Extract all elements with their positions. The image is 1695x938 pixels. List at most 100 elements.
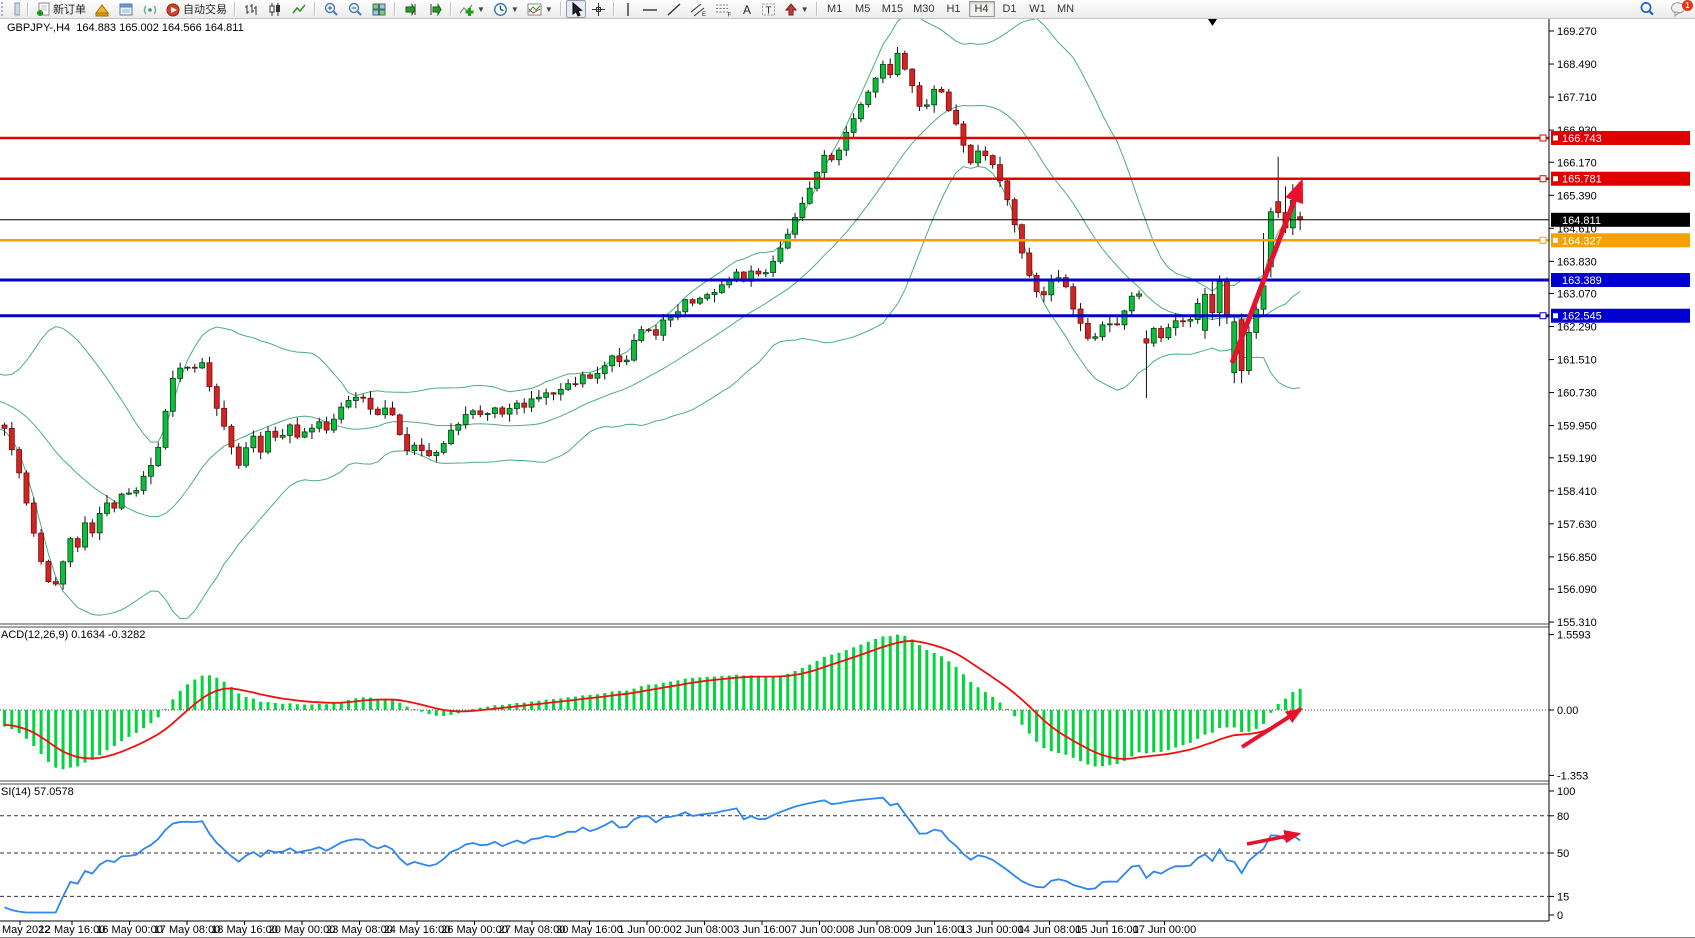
search-button[interactable]	[1636, 0, 1658, 18]
rsi-tick: 100	[1557, 786, 1575, 798]
panel-frame	[0, 18, 1695, 938]
level-endpoint-marker[interactable]	[1540, 313, 1546, 319]
trendline-tool-button[interactable]	[663, 0, 685, 18]
bb-lower	[0, 167, 1300, 619]
trendline-icon	[666, 2, 682, 17]
data-window-button[interactable]	[115, 0, 137, 18]
candlestick-chart-button[interactable]	[264, 0, 286, 18]
price-label-value: 164.327	[1562, 235, 1602, 247]
timeframe-button-H1[interactable]: H1	[941, 1, 967, 17]
timeframe-button-M30[interactable]: M30	[909, 1, 938, 17]
line-chart-icon	[291, 2, 307, 17]
horizontal-line-icon	[642, 2, 658, 17]
cursor-tool-button[interactable]	[566, 0, 586, 18]
macd-signal-line	[5, 641, 1301, 759]
toolbar-grip[interactable]	[1, 2, 8, 16]
price-tick: 161.510	[1557, 355, 1597, 367]
new-order-label: 新订单	[53, 1, 86, 17]
arrows-tool-button[interactable]: ▼	[781, 0, 812, 18]
timeframe-button-M1[interactable]: M1	[822, 1, 848, 17]
trend-arrow-main[interactable]	[1232, 183, 1301, 363]
candles	[2, 47, 1303, 590]
price-axis[interactable]: 169.270168.490167.710166.930166.170165.3…	[1549, 26, 1690, 922]
chart-shift-icon	[427, 2, 443, 17]
svg-text:F: F	[727, 12, 731, 17]
fibonacci-icon: F	[715, 2, 732, 17]
signals-icon	[142, 2, 158, 17]
new-order-icon	[36, 2, 51, 17]
time-label: 7 Jun 00:00	[791, 924, 849, 936]
text-tool-button[interactable]: A	[737, 0, 756, 18]
signals-button[interactable]	[139, 0, 161, 18]
text-label-tool-button[interactable]: T	[758, 0, 779, 18]
timeframe-button-M15[interactable]: M15	[878, 1, 907, 17]
autotrade-button[interactable]: 自动交易	[163, 0, 230, 18]
chart-shift-button[interactable]	[424, 0, 446, 18]
rsi-tick: 50	[1557, 848, 1569, 860]
price-tick: 169.270	[1557, 26, 1597, 38]
zoom-out-button[interactable]	[344, 0, 366, 18]
notifications-button[interactable]: 1	[1667, 0, 1690, 18]
chart-canvas[interactable]: 169.270168.490167.710166.930166.170165.3…	[0, 0, 1695, 938]
horizontal-line-tool-button[interactable]	[639, 0, 661, 18]
price-tick: 160.730	[1557, 388, 1597, 400]
bar-chart-icon	[243, 2, 259, 17]
market-watch-button[interactable]	[91, 0, 113, 18]
auto-scroll-button[interactable]	[400, 0, 422, 18]
time-label: 9 Jun 16:00	[906, 924, 964, 936]
horizontal-levels[interactable]	[0, 135, 1549, 319]
toolbar-separator	[613, 2, 615, 16]
macd-tick: 1.5593	[1557, 630, 1591, 642]
toolbar-separator	[234, 2, 236, 16]
clipped-toolbar-icon[interactable]	[9, 0, 23, 18]
zoom-in-button[interactable]	[320, 0, 342, 18]
toolbar-separator	[27, 2, 29, 16]
tile-windows-icon	[371, 2, 387, 17]
indicators-icon	[459, 2, 474, 17]
rsi-line	[5, 798, 1301, 913]
price-tick: 159.950	[1557, 421, 1597, 433]
vertical-line-tool-button[interactable]	[619, 0, 637, 18]
periods-button[interactable]: ▼	[490, 0, 522, 18]
bar-chart-button[interactable]	[240, 0, 262, 18]
price-tick: 157.630	[1557, 519, 1597, 531]
time-axis[interactable]: May 202212 May 16:0016 May 00:0017 May 0…	[2, 921, 1196, 936]
crosshair-icon	[591, 2, 606, 17]
timeframe-button-MN[interactable]: MN	[1053, 1, 1079, 17]
dropdown-caret-icon: ▼	[511, 5, 519, 14]
channel-tool-button[interactable]: E	[687, 0, 710, 18]
fibonacci-tool-button[interactable]: F	[712, 0, 735, 18]
timeframe-button-H4[interactable]: H4	[969, 1, 995, 17]
line-chart-button[interactable]	[288, 0, 310, 18]
dropdown-caret-icon: ▼	[545, 5, 553, 14]
vertical-line-icon	[622, 2, 634, 17]
macd-tick: -1.353	[1557, 770, 1588, 782]
time-label: 3 Jun 16:00	[733, 924, 791, 936]
timeframe-button-D1[interactable]: D1	[997, 1, 1023, 17]
level-endpoint-marker[interactable]	[1540, 135, 1546, 141]
price-tick: 165.390	[1557, 190, 1597, 202]
rsi-indicator-label: SI(14) 57.0578	[1, 786, 74, 798]
price-label-value: 165.781	[1562, 174, 1602, 186]
current-bar-marker	[1208, 19, 1217, 26]
crosshair-tool-button[interactable]	[588, 0, 609, 18]
rsi-tick: 15	[1557, 891, 1569, 903]
new-order-button[interactable]: 新订单	[33, 0, 89, 18]
data-window-icon	[118, 2, 134, 17]
toolbar-separator	[450, 2, 452, 16]
templates-button[interactable]: ▼	[524, 0, 556, 18]
tile-windows-button[interactable]	[368, 0, 390, 18]
market-watch-icon	[94, 2, 110, 17]
rsi-tick: 0	[1557, 910, 1563, 922]
timeframe-button-M5[interactable]: M5	[850, 1, 876, 17]
level-endpoint-marker[interactable]	[1540, 176, 1546, 182]
annotations[interactable]	[1208, 19, 1301, 844]
zoom-in-icon	[323, 2, 339, 17]
timeframe-button-W1[interactable]: W1	[1025, 1, 1051, 17]
indicators-button[interactable]: ▼	[456, 0, 488, 18]
search-icon	[1639, 1, 1655, 17]
price-label-marker	[1553, 176, 1558, 181]
trend-arrow-macd[interactable]	[1242, 710, 1300, 747]
level-endpoint-marker[interactable]	[1540, 237, 1546, 243]
bb-middle	[0, 105, 1300, 516]
